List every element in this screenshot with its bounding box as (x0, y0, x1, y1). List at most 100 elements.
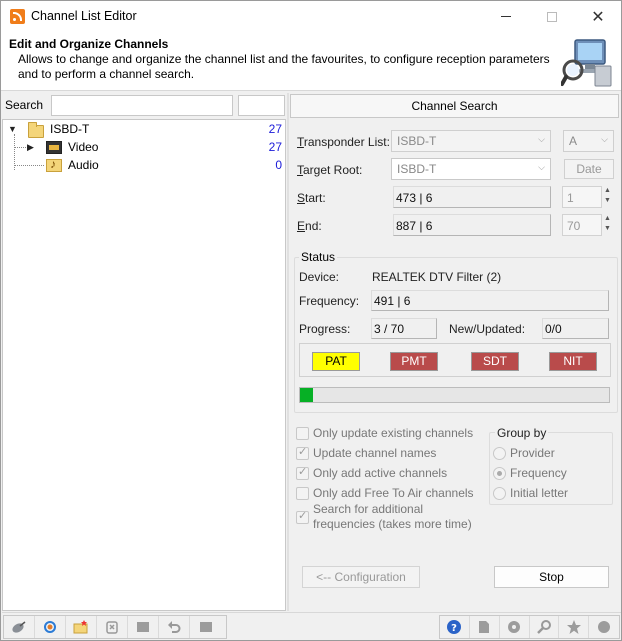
tree-item-audio[interactable]: Audio 0 (3, 157, 285, 175)
group-by-title: Group by (495, 426, 549, 440)
pat-indicator: PAT (312, 352, 360, 371)
channel-tree[interactable]: ▼ ISBD-T 27 ▶ Video 27 Audio 0 (2, 119, 286, 611)
checkbox-label: Only update existing channels (313, 426, 474, 440)
checkbox-box[interactable] (296, 487, 309, 500)
star-icon[interactable] (559, 616, 590, 638)
box2-icon[interactable] (190, 616, 221, 638)
computer-search-icon (561, 39, 612, 87)
tree-item-video[interactable]: ▶ Video 27 (3, 139, 285, 157)
page-description: Allows to change and organize the channe… (18, 52, 550, 81)
tree-item-count: 27 (268, 122, 282, 136)
transponder-band-select[interactable]: A ⌵ (563, 130, 614, 152)
device-label: Device: (299, 270, 340, 284)
progress-label: Progress: (299, 322, 351, 336)
start-label: Start: (297, 191, 326, 205)
help-icon[interactable]: ? (440, 616, 470, 638)
tree-item-label: ISBD-T (50, 122, 90, 136)
radio-label: Initial letter (510, 486, 569, 500)
checkbox-label: Only add active channels (313, 466, 448, 480)
checkbox-label-line2: frequencies (takes more time) (313, 517, 472, 531)
collapse-arrow-icon[interactable]: ▼ (8, 124, 17, 134)
date-button[interactable]: Date (564, 159, 614, 179)
pane-splitter[interactable] (287, 93, 289, 611)
transponder-list-select[interactable]: ISBD-T ⌵ (391, 130, 551, 152)
start-value: 473 | 6 (393, 186, 551, 208)
new-folder-icon[interactable] (66, 616, 97, 638)
spin-down-icon[interactable]: ▼ (602, 196, 613, 206)
new-updated-value: 0/0 (542, 318, 609, 339)
channel-search-header: Channel Search (290, 94, 619, 118)
start-spinner[interactable]: 1 (562, 186, 602, 208)
search-filter-field[interactable] (238, 95, 285, 116)
delete-icon[interactable] (97, 616, 128, 638)
page-title: Edit and Organize Channels (9, 37, 169, 51)
refresh-icon[interactable] (35, 616, 66, 638)
end-spinner[interactable]: 70 (562, 214, 602, 236)
spin-up-icon[interactable]: ▲ (602, 214, 613, 224)
checkbox-box[interactable] (296, 465, 309, 480)
tree-item-label: Video (68, 140, 99, 154)
audio-folder-icon (46, 157, 62, 172)
folder-open-icon (28, 122, 44, 138)
close-button[interactable]: ✕ (575, 1, 621, 32)
radio-button[interactable] (493, 467, 506, 480)
search-progress-fill (300, 388, 313, 402)
title-bar: Channel List Editor ✕ (1, 1, 621, 32)
undo-icon[interactable] (159, 616, 190, 638)
end-label: End: (297, 219, 322, 233)
maximize-icon (547, 11, 557, 22)
radio-label: Provider (510, 446, 555, 460)
tree-item-count: 27 (268, 140, 282, 154)
rss-app-icon (10, 9, 25, 24)
toolbar-left-group (3, 615, 227, 639)
checkbox-box[interactable] (296, 445, 309, 460)
checkbox-box[interactable] (296, 509, 309, 524)
status-title: Status (299, 250, 338, 264)
stop-button[interactable]: Stop (494, 566, 609, 588)
sdt-indicator: SDT (471, 352, 519, 371)
minimize-button[interactable] (483, 1, 529, 32)
frequency-value: 491 | 6 (371, 290, 609, 311)
bottom-toolbar: ? (2, 612, 621, 640)
transponder-list-value: ISBD-T (397, 134, 437, 148)
svg-text:?: ? (452, 623, 458, 634)
satellite-icon[interactable] (4, 616, 35, 638)
search-label: Search (5, 98, 44, 112)
configuration-button[interactable]: <-- Configuration (302, 566, 420, 588)
checkbox-label: Only add Free To Air channels (313, 486, 474, 500)
channel-search-pane: Channel Search Transponder List: ISBD-T … (290, 93, 620, 611)
checkbox-label: Update channel names (313, 446, 437, 460)
device-value: REALTEK DTV Filter (2) (372, 270, 502, 284)
expand-arrow-icon[interactable]: ▶ (27, 142, 34, 153)
checkbox-label: Search for additional (313, 502, 424, 516)
spin-up-icon[interactable]: ▲ (602, 186, 613, 196)
transponder-band-value: A (569, 134, 578, 148)
document-icon[interactable] (470, 616, 500, 638)
start-spinner-buttons[interactable]: ▲ ▼ (601, 186, 613, 208)
radio-button[interactable] (493, 487, 506, 500)
checkbox-box[interactable] (296, 427, 309, 440)
page-header: Edit and Organize Channels Allows to cha… (1, 32, 621, 91)
search-icon[interactable] (530, 616, 560, 638)
film-icon (46, 141, 62, 154)
spin-down-icon[interactable]: ▼ (602, 224, 613, 234)
gear-icon[interactable] (500, 616, 530, 638)
box-icon[interactable] (128, 616, 159, 638)
channel-list-editor-window: Channel List Editor ✕ Edit and Organize … (0, 0, 622, 641)
radio-button[interactable] (493, 447, 506, 460)
minimize-icon (501, 16, 511, 17)
end-spinner-buttons[interactable]: ▲ ▼ (601, 214, 613, 236)
window-title: Channel List Editor (31, 9, 137, 23)
search-progress-bar (299, 387, 610, 403)
frequency-label: Frequency: (299, 294, 360, 308)
target-root-select[interactable]: ISBD-T ⌵ (391, 158, 551, 180)
pmt-indicator: PMT (390, 352, 438, 371)
chevron-down-icon: ⌵ (538, 162, 545, 172)
radio-label: Frequency (510, 466, 567, 480)
target-root-label: Target Root: (297, 163, 363, 177)
circle-icon[interactable] (589, 616, 619, 638)
search-input[interactable] (51, 95, 233, 116)
nit-indicator: NIT (549, 352, 597, 371)
tree-item-root[interactable]: ▼ ISBD-T 27 (3, 121, 285, 139)
maximize-button (529, 1, 575, 32)
